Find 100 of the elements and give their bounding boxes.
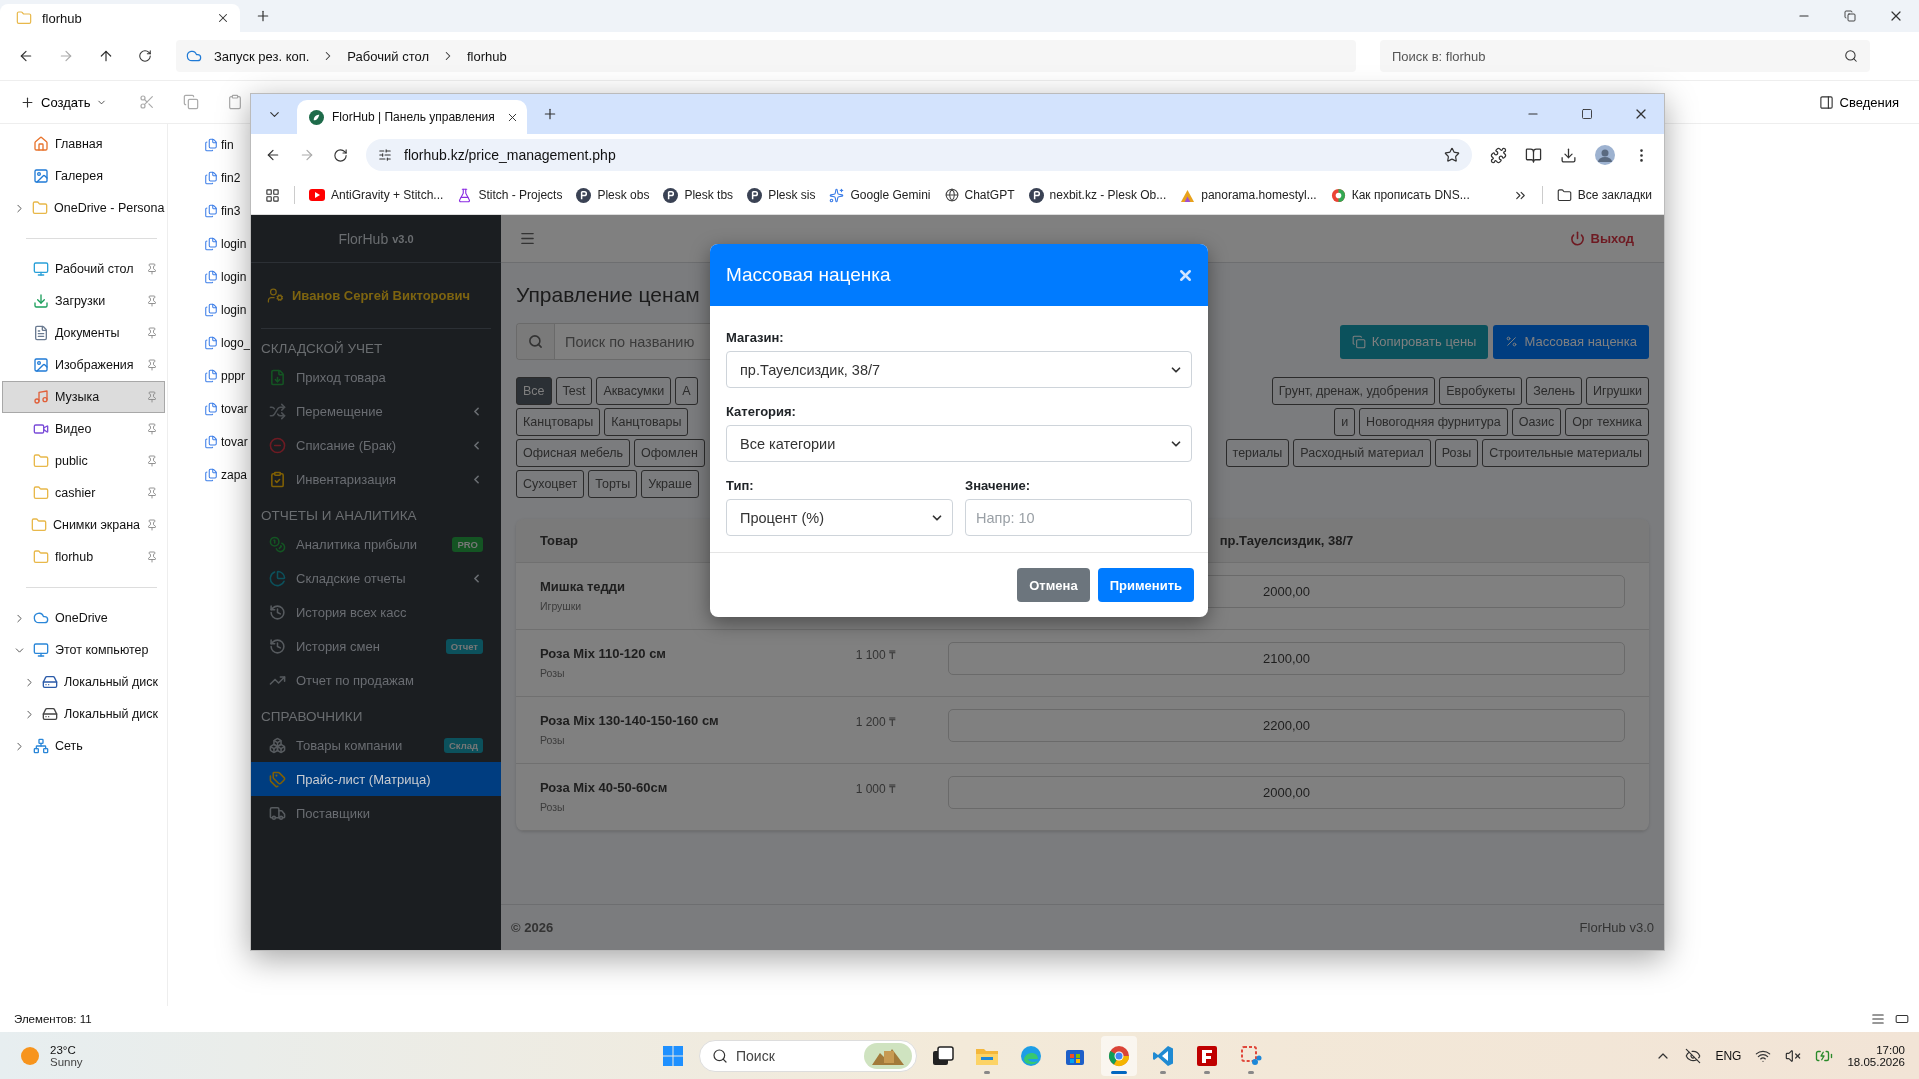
hidden-icon[interactable] [1685,1047,1702,1064]
category-filter[interactable]: Сухоцвет [516,470,585,498]
section-title: СПРАВОЧНИКИ [260,708,364,726]
browser-tab[interactable]: FlorHub | Панель управления [297,100,527,134]
category-filter[interactable]: Орг техника [1565,408,1649,436]
nav-item[interactable]: florhub [2,541,165,573]
apply-button[interactable]: Применить [1097,568,1194,602]
file-icon [204,236,218,251]
snipping-icon [1240,1044,1262,1067]
create-button[interactable]: Создать [16,90,112,114]
nav-item[interactable]: Музыка [2,381,165,413]
tiles-view-icon[interactable] [1895,1012,1909,1026]
clipboard-icon[interactable] [227,94,244,110]
bookmark[interactable]: Plesk obs [576,187,650,203]
address-bar[interactable]: Запуск рез. коп. Рабочий стол florhub [176,40,1356,72]
bookmark[interactable]: nexbit.kz - Plesk Ob... [1028,187,1167,203]
price-input[interactable]: 2200,00 [948,709,1625,742]
clock[interactable]: 17:00 18.05.2026 [1847,1043,1905,1068]
category-select[interactable]: Все категории [726,425,1192,462]
nav-item[interactable]: Загрузки [2,285,165,317]
scissors-icon[interactable] [139,94,156,110]
file-name[interactable]: login [221,236,247,251]
nav-item[interactable]: Видео [2,413,165,445]
refresh-icon[interactable] [138,49,152,63]
details-button[interactable]: Сведения [1814,90,1903,114]
price-input[interactable]: 2100,00 [948,642,1625,675]
category-filter[interactable]: Расходный материал [1293,439,1431,467]
back-icon[interactable] [265,147,281,163]
volume-muted-icon[interactable] [1785,1047,1802,1064]
bookmark[interactable]: Как прописать DNS... [1330,187,1470,203]
apps-icon[interactable] [265,187,280,203]
nav-item[interactable]: Снимки экрана [2,509,165,541]
bookmark[interactable]: panorama.homestyl... [1180,187,1317,203]
chrome-icon [1108,1044,1130,1067]
nav-item[interactable]: Локальный диск [2,698,165,730]
category-filter[interactable]: Оазис [1511,408,1562,436]
file-name[interactable]: login [221,302,247,317]
file-name[interactable]: tovar [221,434,248,449]
category-filter[interactable]: Офисная мебель [516,439,631,467]
shop-select[interactable]: пр.Тауелсиздик, 38/7 [726,351,1192,388]
file-name[interactable]: fin2 [221,170,241,185]
nav-item[interactable]: Локальный диск [2,666,165,698]
category-filter[interactable]: и [1334,408,1356,436]
file-name[interactable]: fin3 [221,203,241,218]
reading-mode-icon[interactable] [1525,146,1542,164]
taskbar-search[interactable]: Поиск [699,1039,917,1072]
cancel-button[interactable]: Отмена [1017,568,1090,602]
search-field[interactable]: Поиск в: florhub [1380,40,1870,72]
nav-item[interactable]: Главная [2,128,165,160]
sidebar-item[interactable]: Прайс-лист (Матрица) [251,762,501,796]
menu-icon[interactable] [519,230,536,247]
language-indicator[interactable]: ENG [1715,1048,1742,1063]
site-settings-icon [378,148,392,162]
nav-item[interactable]: Сеть [2,730,165,762]
close-icon[interactable] [216,11,230,25]
avatar[interactable] [1595,145,1615,165]
nav-item[interactable]: Изображения [2,349,165,381]
explorer-tab[interactable]: florhub [0,4,240,32]
nav-item[interactable]: Галерея [2,160,165,192]
all-bookmarks[interactable]: Все закладки [1556,187,1652,203]
bookmark[interactable]: Plesk sis [747,187,816,203]
file-name[interactable]: zapa [221,467,248,482]
file-name[interactable]: pppr [221,368,246,383]
back-icon[interactable] [18,48,34,64]
category-filter[interactable]: Аквасумки [596,377,672,405]
nav-item[interactable]: cashier [2,477,165,509]
category-filter[interactable]: Розы [1434,439,1479,467]
list-view-icon[interactable] [1871,1012,1885,1026]
reload-icon[interactable] [333,147,348,163]
file-name[interactable]: logo_ [221,335,251,350]
bookmark[interactable]: Plesk tbs [663,187,734,203]
category-filter[interactable]: Строительные материалы [1482,439,1649,467]
percent-icon [1505,335,1519,348]
bookmark[interactable]: Stitch - Projects [457,187,563,203]
file-name[interactable]: fin [221,137,234,152]
file-name[interactable]: login [221,269,247,284]
nav-item[interactable]: Этот компьютер [2,634,165,666]
letter-circle-icon [1028,187,1044,203]
value-input[interactable]: Напр: 10 [965,499,1192,536]
nav-item[interactable]: Рабочий стол [2,253,165,285]
url-field[interactable]: florhub.kz/price_management.php [366,139,1472,171]
bookmark[interactable]: ChatGPT [944,188,1015,202]
bookmark[interactable]: AntiGravity + Stitch... [309,188,444,202]
file-name[interactable]: tovar [221,401,248,416]
nav-item[interactable]: OneDrive [2,602,165,634]
copyright: © 2026 [511,920,554,935]
section-title: СКЛАДСКОЙ УЧЕТ [260,340,384,358]
download-icon[interactable] [1560,146,1577,164]
nav-item[interactable]: Документы [2,317,165,349]
nav-item[interactable]: OneDrive - Persona [2,192,165,224]
folder-icon [32,200,48,216]
bookmark[interactable]: Google Gemini [829,187,931,203]
up-icon[interactable] [98,48,114,64]
nav-item[interactable]: public [2,445,165,477]
forward-icon[interactable] [58,48,74,64]
forward-icon[interactable] [299,147,315,163]
extensions-icon[interactable] [1490,146,1507,164]
copy-icon[interactable] [183,94,200,110]
price-input[interactable]: 2000,00 [948,776,1625,809]
type-select[interactable]: Процент (%) [726,499,953,536]
